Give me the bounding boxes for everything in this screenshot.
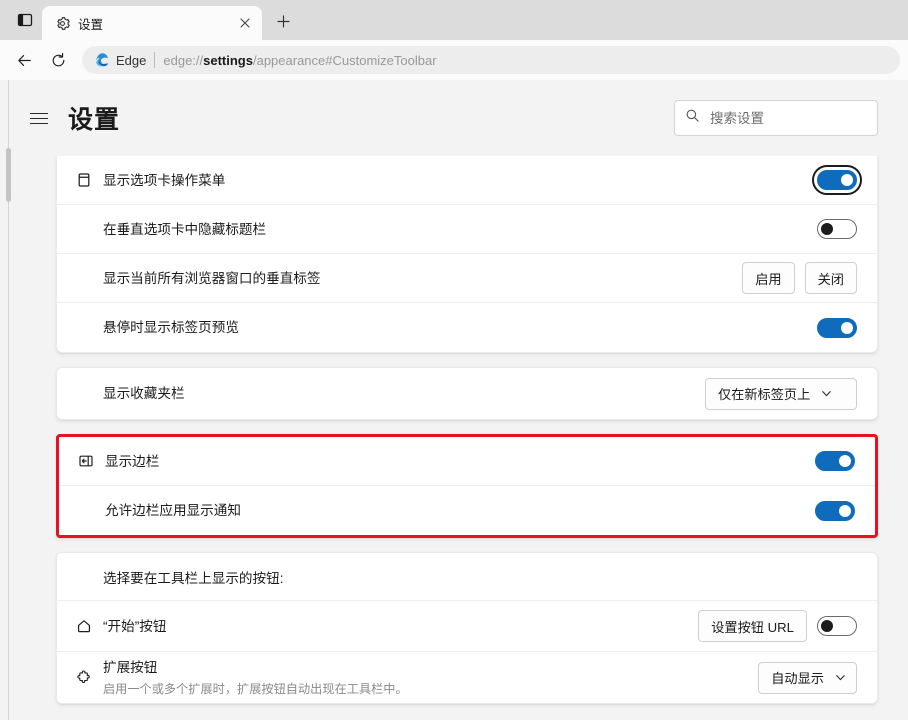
- chevron-down-icon: [820, 387, 833, 400]
- setting-label: 显示选项卡操作菜单: [103, 171, 805, 190]
- gear-icon: [54, 15, 70, 31]
- toggle-hide-titlebar-vertical-tabs[interactable]: [817, 219, 857, 239]
- setting-label: 扩展按钮: [103, 658, 746, 677]
- setting-label: 显示收藏夹栏: [103, 384, 693, 403]
- search-icon: [685, 108, 700, 128]
- setting-control: 启用 关闭: [742, 262, 857, 294]
- setting-text: “开始”按钮: [103, 617, 698, 636]
- search-settings-box[interactable]: [674, 100, 878, 136]
- favorites-bar-select-value: 仅在新标签页上: [718, 384, 810, 403]
- tab-actions-icon: [71, 172, 97, 188]
- setting-row-sidebar-app-notifications[interactable]: 允许边栏应用显示通知: [59, 486, 875, 535]
- chevron-down-icon: [834, 671, 847, 684]
- setting-label: 允许边栏应用显示通知: [105, 501, 803, 520]
- tab-title: 设置: [78, 14, 226, 33]
- hamburger-menu-icon[interactable]: [24, 103, 54, 133]
- settings-content: 显示选项卡操作菜单 在垂直选项卡中隐藏标题栏: [0, 156, 908, 720]
- omnibox-url: edge://settings/appearance#CustomizeTool…: [163, 53, 436, 68]
- setting-text: 扩展按钮 启用一个或多个扩展时，扩展按钮自动出现在工具栏中。: [103, 658, 758, 698]
- toggle-home-button[interactable]: [817, 616, 857, 636]
- sidebar-icon: [73, 453, 99, 469]
- setting-sublabel: 启用一个或多个扩展时，扩展按钮自动出现在工具栏中。: [103, 680, 746, 698]
- setting-control: 设置按钮 URL: [698, 610, 857, 642]
- search-input[interactable]: [710, 111, 867, 126]
- favorites-bar-select[interactable]: 仅在新标签页上: [705, 378, 857, 410]
- browser-window: 设置: [0, 0, 908, 720]
- settings-page: 设置: [0, 80, 908, 720]
- extensions-button-select[interactable]: 自动显示: [758, 662, 857, 694]
- vertical-tabs-icon[interactable]: [8, 4, 42, 36]
- toggle-tab-actions-menu[interactable]: [817, 170, 857, 190]
- setting-row-hide-titlebar-vertical-tabs[interactable]: 在垂直选项卡中隐藏标题栏: [57, 205, 877, 254]
- setting-row-tab-actions-menu[interactable]: 显示选项卡操作菜单: [57, 156, 877, 205]
- disable-button[interactable]: 关闭: [805, 262, 857, 294]
- close-icon[interactable]: [234, 12, 256, 34]
- home-icon: [71, 618, 97, 634]
- setting-text: 显示当前所有浏览器窗口的垂直标签: [103, 269, 742, 288]
- tab-strip: 设置: [0, 0, 908, 40]
- new-tab-button[interactable]: [268, 6, 298, 36]
- setting-label: 悬停时显示标签页预览: [103, 318, 805, 337]
- extensions-puzzle-icon: [71, 670, 97, 686]
- browser-tab[interactable]: 设置: [42, 6, 262, 40]
- setting-row-show-sidebar[interactable]: 显示边栏: [59, 437, 875, 486]
- set-button-url-button[interactable]: 设置按钮 URL: [698, 610, 807, 642]
- setting-text: 悬停时显示标签页预览: [103, 318, 817, 337]
- page-title: 设置: [68, 100, 120, 136]
- setting-text: 允许边栏应用显示通知: [105, 501, 815, 520]
- setting-label: 显示当前所有浏览器窗口的垂直标签: [103, 269, 730, 288]
- setting-control: [817, 170, 857, 190]
- setting-control: [817, 318, 857, 338]
- setting-row-extensions-button[interactable]: 扩展按钮 启用一个或多个扩展时，扩展按钮自动出现在工具栏中。 自动显示: [57, 652, 877, 703]
- omnibox-separator: [154, 52, 155, 68]
- tabs-settings-card: 显示选项卡操作菜单 在垂直选项卡中隐藏标题栏: [56, 156, 878, 353]
- setting-row-show-favorites-bar[interactable]: 显示收藏夹栏 仅在新标签页上: [57, 368, 877, 419]
- setting-row-vertical-tabs-all-windows[interactable]: 显示当前所有浏览器窗口的垂直标签 启用 关闭: [57, 254, 877, 303]
- setting-row-home-button[interactable]: “开始”按钮 设置按钮 URL: [57, 601, 877, 652]
- browser-toolbar: Edge edge://settings/appearance#Customiz…: [0, 40, 908, 80]
- setting-text: 显示收藏夹栏: [103, 384, 705, 403]
- enable-button[interactable]: 启用: [742, 262, 794, 294]
- toggle-sidebar-app-notifications[interactable]: [815, 501, 855, 521]
- vertical-tabs-glyph: [17, 12, 33, 28]
- url-prefix: edge://: [163, 53, 203, 68]
- omnibox-brand-label: Edge: [116, 53, 146, 68]
- setting-text: 显示选项卡操作菜单: [103, 171, 817, 190]
- toggle-tab-hover-preview[interactable]: [817, 318, 857, 338]
- extensions-button-select-value: 自动显示: [771, 668, 824, 687]
- setting-control: 仅在新标签页上: [705, 378, 857, 410]
- url-suffix: /appearance#CustomizeToolbar: [253, 53, 437, 68]
- setting-control: [815, 501, 855, 521]
- toolbar-buttons-heading: 选择要在工具栏上显示的按钮:: [57, 553, 877, 601]
- setting-control: [817, 219, 857, 239]
- setting-label: “开始”按钮: [103, 617, 686, 636]
- address-bar[interactable]: Edge edge://settings/appearance#Customiz…: [82, 46, 900, 74]
- url-bold: settings: [203, 53, 253, 68]
- reload-icon[interactable]: [42, 44, 74, 76]
- setting-text: 在垂直选项卡中隐藏标题栏: [103, 220, 817, 239]
- setting-text: 显示边栏: [105, 452, 815, 471]
- setting-label: 在垂直选项卡中隐藏标题栏: [103, 220, 805, 239]
- setting-label: 显示边栏: [105, 452, 803, 471]
- setting-control: 自动显示: [758, 662, 857, 694]
- setting-control: [815, 451, 855, 471]
- toolbar-buttons-card: 选择要在工具栏上显示的按钮: “开始”按钮 设置按钮 URL: [56, 552, 878, 704]
- favorites-bar-card: 显示收藏夹栏 仅在新标签页上: [56, 367, 878, 420]
- setting-row-tab-hover-preview[interactable]: 悬停时显示标签页预览: [57, 303, 877, 352]
- toggle-show-sidebar[interactable]: [815, 451, 855, 471]
- back-arrow-icon[interactable]: [8, 44, 40, 76]
- sidebar-settings-card: 显示边栏 允许边栏应用显示通知: [56, 434, 878, 538]
- settings-header: 设置: [0, 80, 908, 156]
- edge-logo-icon: Edge: [94, 52, 146, 68]
- section-heading-label: 选择要在工具栏上显示的按钮:: [103, 567, 284, 587]
